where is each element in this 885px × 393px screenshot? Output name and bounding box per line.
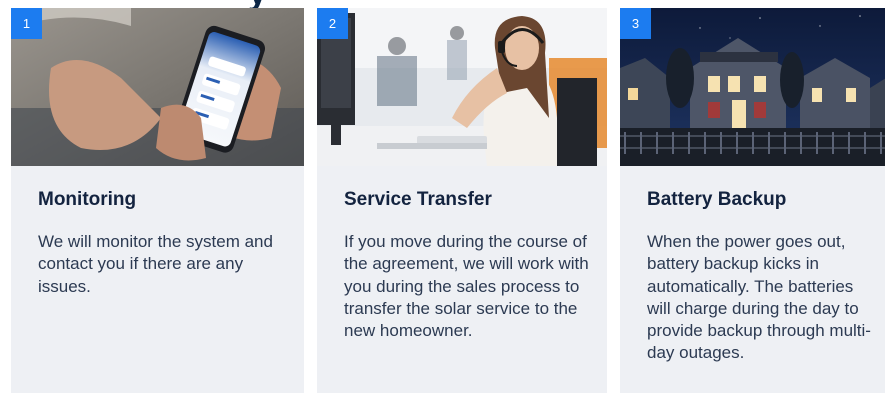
step-number-badge: 1: [11, 8, 42, 39]
card-description: We will monitor the system and contact y…: [38, 232, 273, 296]
step-number-badge: 2: [317, 8, 348, 39]
card-title: Service Transfer: [344, 189, 492, 210]
card-title: Battery Backup: [647, 189, 787, 210]
card-photo-monitoring: [11, 8, 304, 166]
feature-cards: 1 Monitoring We will monitor the system …: [0, 0, 885, 393]
step-number-badge: 3: [620, 8, 651, 39]
card-description: When the power goes out, battery backup …: [647, 232, 871, 363]
card-photo-battery-backup: [620, 8, 885, 166]
card-description: If you move during the course of the agr…: [344, 232, 589, 341]
card-service-transfer: 2 Service Transfer If you move during th…: [317, 8, 607, 393]
card-battery-backup: 3 Battery Backup When the power goes out…: [620, 8, 885, 393]
card-photo-service-transfer: [317, 8, 607, 166]
card-title: Monitoring: [38, 189, 137, 210]
card-monitoring: 1 Monitoring We will monitor the system …: [11, 8, 304, 393]
